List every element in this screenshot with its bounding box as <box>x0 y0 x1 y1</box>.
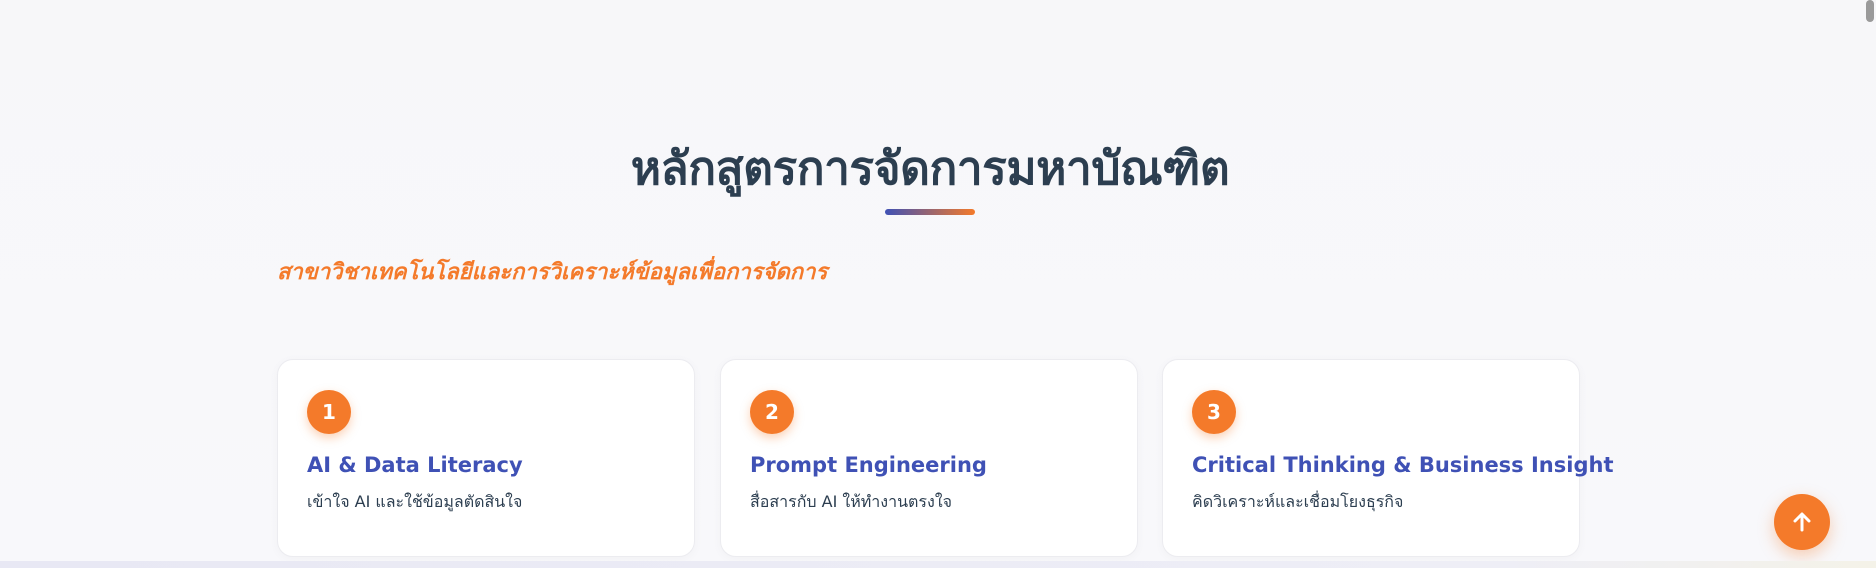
arrow-up-icon <box>1793 512 1811 532</box>
bottom-divider <box>0 561 1876 568</box>
card-title: Prompt Engineering <box>750 453 987 477</box>
card-title: Critical Thinking & Business Insight <box>1192 453 1614 477</box>
section-title: หลักสูตรการจัดการมหาบัณฑิต <box>630 141 1230 195</box>
curriculum-section: หลักสูตรการจัดการมหาบัณฑิต สาขาวิชาเทคโน… <box>0 0 1876 568</box>
scroll-to-top-button[interactable] <box>1774 494 1830 550</box>
title-underline <box>885 209 975 215</box>
card-title: AI & Data Literacy <box>307 453 523 477</box>
card-description: คิดวิเคราะห์และเชื่อมโยงธุรกิจ <box>1192 492 1404 511</box>
card-description: สื่อสารกับ AI ให้ทำงานตรงใจ <box>750 492 953 511</box>
card-number-badge: 1 <box>307 390 351 434</box>
card-number-badge: 3 <box>1192 390 1236 434</box>
card-number-badge: 2 <box>750 390 794 434</box>
card-description: เข้าใจ AI และใช้ข้อมูลตัดสินใจ <box>307 492 523 511</box>
section-subtitle: สาขาวิชาเทคโนโลยีและการวิเคราะห์ข้อมูลเพ… <box>277 260 828 285</box>
course-card: 2 Prompt Engineering สื่อสารกับ AI ให้ทำ… <box>720 359 1138 557</box>
course-card: 3 Critical Thinking & Business Insight ค… <box>1162 359 1613 557</box>
scrollbar-thumb[interactable] <box>1866 0 1874 22</box>
course-card: 1 AI & Data Literacy เข้าใจ AI และใช้ข้อ… <box>277 359 695 557</box>
